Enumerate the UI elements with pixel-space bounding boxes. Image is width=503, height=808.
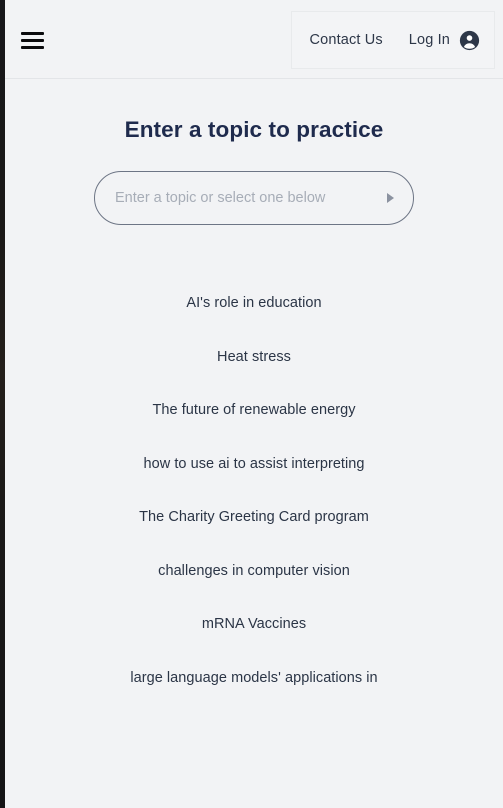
topic-combobox[interactable] — [94, 171, 414, 225]
login-button[interactable]: Log In — [409, 30, 480, 51]
list-item[interactable]: large language models' applications in — [5, 663, 503, 694]
list-item[interactable]: mRNA Vaccines — [5, 609, 503, 640]
list-item[interactable]: how to use ai to assist interpreting — [5, 449, 503, 480]
menu-bar — [20, 45, 44, 49]
caret-shape — [386, 193, 394, 203]
menu-bar — [20, 38, 44, 42]
header-nav: Contact Us Log In — [290, 11, 495, 69]
hamburger-menu-icon[interactable] — [14, 25, 50, 55]
account-circle-icon — [459, 30, 480, 50]
suggested-topic-list: AI's role in education Heat stress The f… — [5, 288, 503, 693]
app-page: Contact Us Log In Enter a topic to pract… — [5, 0, 503, 808]
topic-search-input[interactable] — [115, 172, 379, 224]
list-item[interactable]: Heat stress — [5, 342, 503, 373]
caret-right-icon[interactable] — [381, 189, 399, 207]
login-label: Log In — [408, 32, 450, 48]
list-item[interactable]: The Charity Greeting Card program — [5, 502, 503, 533]
main-content: Enter a topic to practice AI's role in e… — [5, 117, 503, 693]
list-item[interactable]: AI's role in education — [5, 288, 503, 319]
list-item[interactable]: The future of renewable energy — [5, 395, 503, 426]
left-edge-strip — [0, 0, 5, 808]
page-title: Enter a topic to practice — [124, 117, 384, 142]
contact-us-link[interactable]: Contact Us — [310, 32, 383, 48]
app-header: Contact Us Log In — [5, 0, 503, 79]
menu-bar — [20, 31, 44, 35]
list-item[interactable]: challenges in computer vision — [5, 556, 503, 587]
